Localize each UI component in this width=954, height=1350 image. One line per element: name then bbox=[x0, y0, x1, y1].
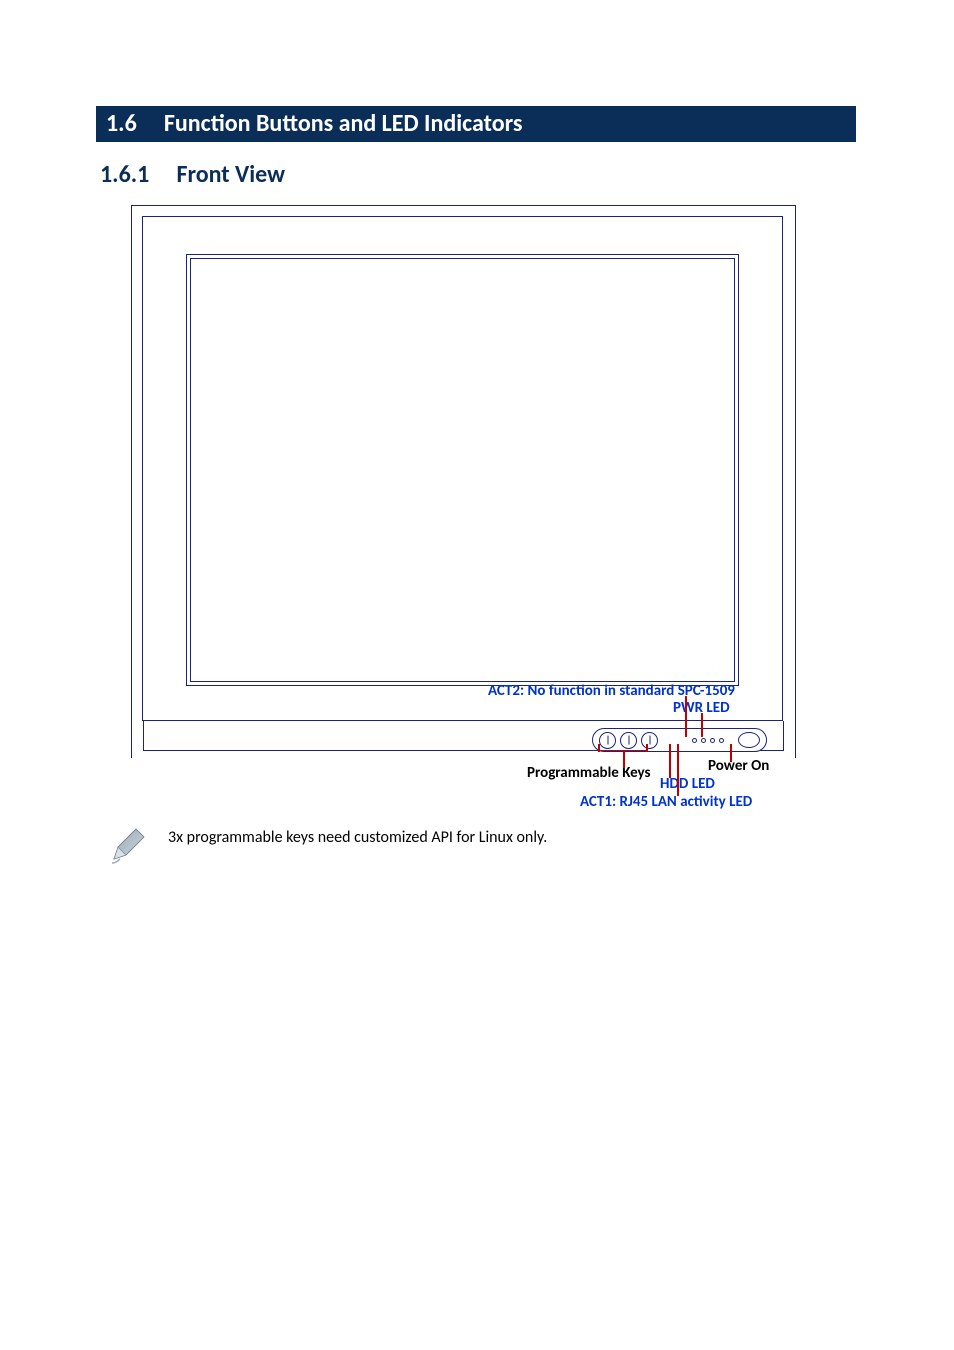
annotation-act2: ACT2: No function in standard SPC-1509 bbox=[488, 682, 735, 700]
callout-line bbox=[701, 713, 703, 737]
annotation-power-on: Power On bbox=[708, 757, 769, 775]
section-header-bar: 1.6 Function Buttons and LED Indicators bbox=[96, 106, 856, 142]
callout-line bbox=[730, 744, 732, 762]
act1-led-icon bbox=[701, 738, 706, 743]
programmable-key-3[interactable] bbox=[641, 732, 658, 749]
annotation-programmable-keys: Programmable Keys bbox=[527, 764, 651, 782]
callout-line bbox=[669, 744, 671, 778]
subsection-title: Front View bbox=[176, 160, 285, 189]
section-sep bbox=[142, 109, 158, 138]
front-controls-strip bbox=[592, 728, 767, 752]
callout-line bbox=[598, 744, 600, 752]
programmable-key-1[interactable] bbox=[599, 732, 616, 749]
note-text: 3x programmable keys need customized API… bbox=[168, 828, 547, 847]
subsection-sep bbox=[155, 160, 171, 189]
callout-line bbox=[677, 744, 679, 796]
pwr-led-icon bbox=[719, 738, 724, 743]
subsection-heading: 1.6.1 Front View bbox=[100, 160, 285, 189]
note-pencil-icon bbox=[108, 825, 148, 865]
act2-led-icon bbox=[710, 738, 715, 743]
callout-line bbox=[646, 744, 648, 752]
subsection-number: 1.6.1 bbox=[100, 160, 149, 189]
callout-line bbox=[685, 696, 687, 737]
power-button[interactable] bbox=[738, 732, 760, 748]
section-title: Function Buttons and LED Indicators bbox=[164, 109, 523, 138]
hdd-led-icon bbox=[692, 738, 697, 743]
section-number: 1.6 bbox=[106, 109, 137, 138]
front-view-diagram: ACT2: No function in standard SPC-1509 P… bbox=[130, 204, 797, 800]
callout-line bbox=[623, 750, 625, 768]
programmable-key-2[interactable] bbox=[620, 732, 637, 749]
screen-border-inner bbox=[190, 258, 735, 682]
annotation-act1: ACT1: RJ45 LAN activity LED bbox=[580, 793, 752, 811]
